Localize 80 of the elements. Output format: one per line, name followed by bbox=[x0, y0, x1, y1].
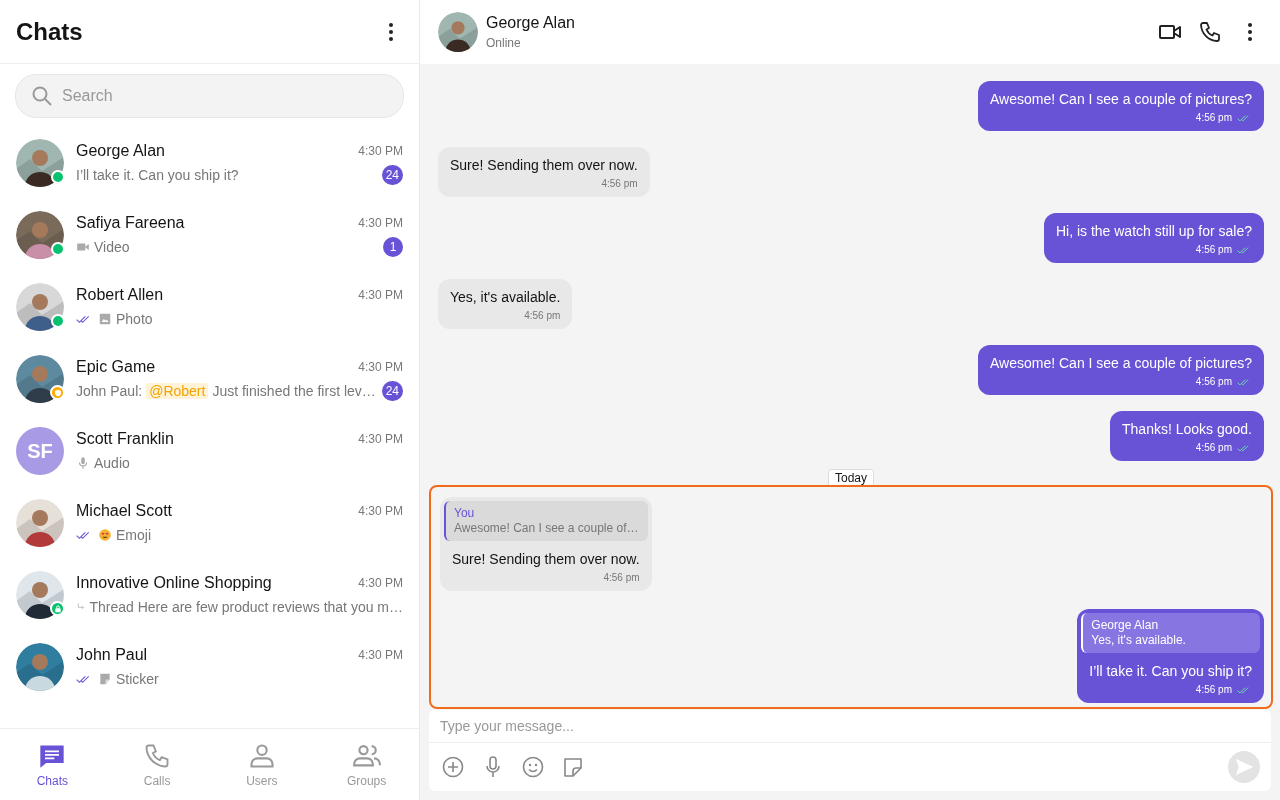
add-icon[interactable] bbox=[441, 755, 465, 779]
mention-tag: @Robert bbox=[146, 382, 209, 399]
avatar-initials: SF bbox=[16, 427, 64, 475]
quote-author: You bbox=[454, 506, 476, 521]
online-dot bbox=[51, 170, 65, 184]
contact-name: Michael Scott bbox=[76, 501, 173, 520]
quote-text: Awesome! Can I see a couple of… bbox=[454, 521, 640, 536]
image-icon bbox=[98, 311, 112, 326]
sticker-icon[interactable] bbox=[561, 755, 585, 779]
message-time: 4:56 pm bbox=[524, 309, 561, 323]
message-text: Awesome! Can I see a couple of pictures? bbox=[990, 354, 1252, 373]
unread-count: 24 bbox=[381, 380, 403, 401]
quote-text: Yes, it's available. bbox=[1091, 633, 1187, 648]
chat-item[interactable]: Michael Scott 4:30 PM Emoji bbox=[0, 487, 419, 559]
search-field[interactable]: Search bbox=[15, 74, 404, 118]
chat-item[interactable]: Innovative Online Shopping 4:30 PM Thread Here are few product reviews that you m… bbox=[0, 559, 419, 631]
message-preview: Video bbox=[94, 238, 130, 255]
message-time: 4:56 pm bbox=[1195, 683, 1232, 697]
contact-name: George Alan bbox=[76, 141, 165, 160]
message-text: Hi, is the watch still up for sale? bbox=[1055, 222, 1252, 241]
message-time: 4:56 pm bbox=[1195, 441, 1232, 455]
timestamp: 4:30 PM bbox=[358, 287, 403, 302]
microphone-icon bbox=[76, 455, 90, 470]
sender-name: John Paul: bbox=[76, 382, 143, 399]
chat-item[interactable]: SF Scott Franklin 4:30 PM Audio bbox=[0, 415, 419, 487]
lock-badge-icon bbox=[50, 601, 65, 616]
contact-name: Safiya Fareena bbox=[76, 213, 185, 232]
chat-item[interactable]: Epic Game 4:30 PM John Paul: @Robert Just finished the first lev… 24 bbox=[0, 343, 419, 415]
timestamp: 4:30 PM bbox=[358, 215, 403, 230]
unread-count: 24 bbox=[381, 164, 403, 185]
timestamp: 4:30 PM bbox=[358, 503, 403, 518]
search-input[interactable]: Search bbox=[60, 86, 389, 106]
chat-item[interactable]: John Paul 4:30 PM Sticker bbox=[0, 631, 419, 703]
unread-count: 1 bbox=[383, 236, 403, 257]
message-preview: Sticker bbox=[116, 670, 159, 687]
message-input[interactable]: Type your message... bbox=[440, 714, 1260, 738]
message-field[interactable]: Type your message... bbox=[429, 710, 1271, 743]
message-time: 4:56 pm bbox=[603, 571, 640, 585]
search-icon bbox=[30, 84, 54, 108]
contact-name: George Alan bbox=[486, 14, 576, 32]
message-text: Yes, it's available. bbox=[450, 288, 561, 307]
message-preview: Just finished the first lev… bbox=[212, 382, 376, 399]
emoji-icon[interactable] bbox=[521, 755, 545, 779]
timestamp: 4:30 PM bbox=[358, 359, 403, 374]
heart-eyes-emoji-icon bbox=[98, 527, 112, 542]
message-text: Thanks! Looks good. bbox=[1122, 420, 1252, 439]
chat-item[interactable]: George Alan 4:30 PM I’ll take it. Can you ship it? 24 bbox=[0, 127, 419, 199]
presence-status: Online bbox=[486, 36, 522, 50]
sticker-icon bbox=[98, 671, 112, 686]
contact-name: John Paul bbox=[76, 645, 148, 664]
contact-name: Epic Game bbox=[76, 357, 156, 376]
message-time: 4:56 pm bbox=[1195, 375, 1232, 389]
message-preview: Emoji bbox=[116, 526, 151, 543]
contact-name: Robert Allen bbox=[76, 285, 164, 304]
timestamp: 4:30 PM bbox=[358, 431, 403, 446]
message-preview: Thread Here are few product reviews that you m… bbox=[89, 598, 403, 615]
message-preview: I’ll take it. Can you ship it? bbox=[76, 166, 239, 183]
message-text: Sure! Sending them over now. bbox=[450, 156, 638, 175]
online-dot bbox=[51, 314, 65, 328]
message-time: 4:56 pm bbox=[601, 177, 638, 191]
quote-author: George Alan bbox=[1091, 618, 1160, 633]
phone-icon[interactable] bbox=[1198, 20, 1222, 44]
message-preview: Audio bbox=[94, 454, 130, 471]
chat-item[interactable]: Robert Allen 4:30 PM Photo bbox=[0, 271, 419, 343]
message-time: 4:56 pm bbox=[1195, 243, 1232, 257]
sidebar-title: Chats bbox=[16, 17, 83, 46]
message-preview: Photo bbox=[116, 310, 153, 327]
message-time: 4:56 pm bbox=[1195, 111, 1232, 125]
timestamp: 4:30 PM bbox=[358, 647, 403, 662]
contact-name: Scott Franklin bbox=[76, 429, 174, 448]
contact-name: Innovative Online Shopping bbox=[76, 573, 272, 592]
message-text: I’ll take it. Can you ship it? bbox=[1089, 662, 1252, 681]
online-dot bbox=[51, 242, 65, 256]
message-text: Sure! Sending them over now. bbox=[452, 550, 640, 569]
timestamp: 4:30 PM bbox=[358, 575, 403, 590]
message-text: Awesome! Can I see a couple of pictures? bbox=[990, 90, 1252, 109]
timestamp: 4:30 PM bbox=[358, 143, 403, 158]
shield-badge-icon bbox=[50, 385, 65, 400]
nav-tab[interactable]: Chats bbox=[0, 729, 105, 800]
chat-item[interactable]: Safiya Fareena 4:30 PM Video 1 bbox=[0, 199, 419, 271]
